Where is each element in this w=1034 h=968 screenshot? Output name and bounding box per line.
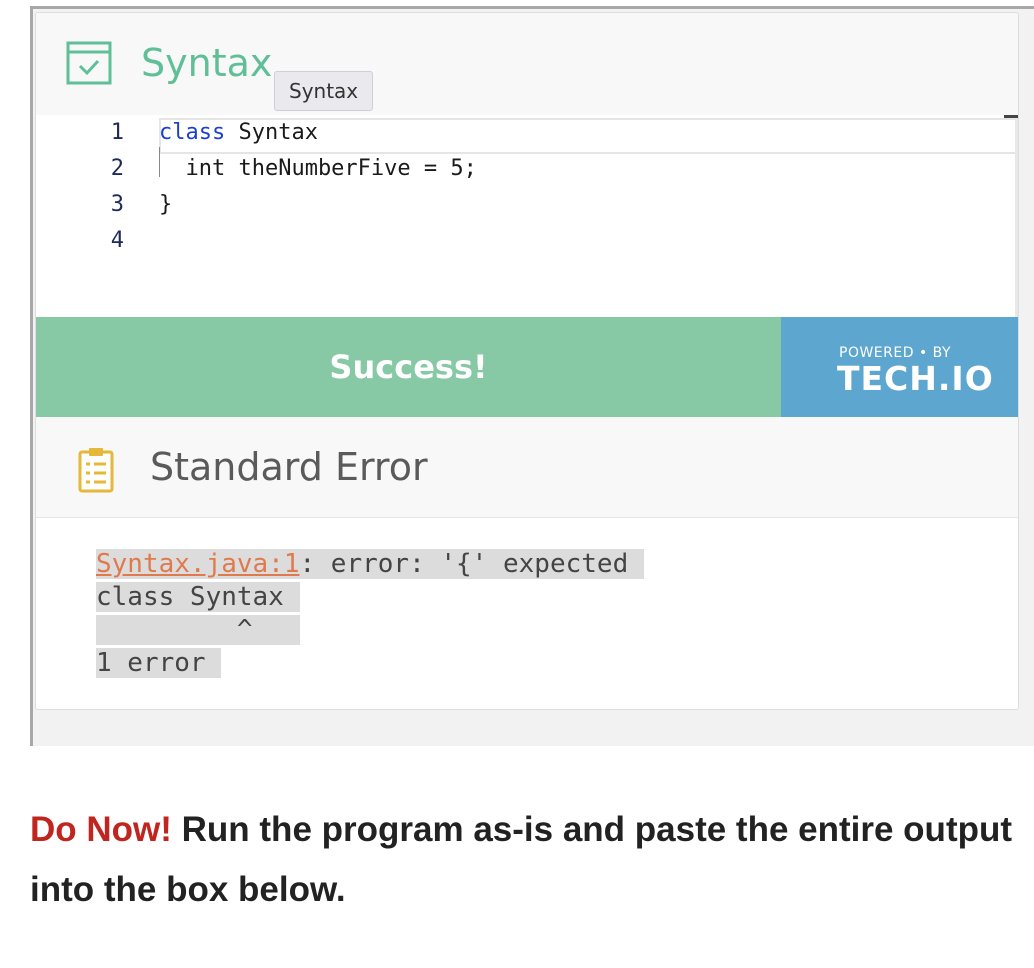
clipboard-list-icon — [78, 448, 114, 493]
instructions-text: Do Now! Run the program as-is and paste … — [30, 800, 1030, 920]
line-number: 3 — [110, 192, 124, 217]
standard-error-title: Standard Error — [150, 445, 428, 489]
instructions-body: Run the program as-is and paste the enti… — [30, 810, 1013, 909]
code-editor[interactable]: 1 2 3 4 class Syntax int theNumberFive =… — [36, 115, 1018, 317]
code-keyword: class — [159, 120, 226, 145]
code-line[interactable]: int theNumberFive = 5; — [159, 156, 477, 181]
output-line: 1 error — [96, 647, 644, 680]
output-line: ^ — [96, 614, 644, 647]
error-source-link[interactable]: Syntax.java:1 — [96, 549, 300, 579]
code-text: int theNumberFive = 5; — [159, 156, 477, 181]
standard-error-header: Standard Error — [36, 417, 1018, 518]
output-text: 1 error — [96, 648, 206, 678]
code-playground: Syntax Syntax 1 2 3 4 class Syntax int t… — [35, 12, 1019, 710]
code-line[interactable]: class Syntax — [159, 120, 318, 145]
code-line[interactable]: } — [159, 192, 172, 217]
checkbox-window-icon — [66, 41, 112, 85]
output-text: ^ — [96, 615, 253, 645]
output-line: class Syntax — [96, 581, 644, 614]
editor-scroll-thumb[interactable] — [1004, 115, 1018, 118]
output-text: class Syntax — [96, 582, 284, 612]
line-number: 1 — [110, 120, 124, 145]
line-number: 4 — [110, 228, 124, 253]
do-now-label: Do Now! — [30, 810, 172, 849]
code-text: } — [159, 192, 173, 217]
playground-title: Syntax — [141, 41, 273, 85]
run-status-bar[interactable]: Success! — [36, 317, 781, 417]
run-status: Success! — [329, 348, 488, 386]
error-output: Syntax.java:1: error: '{' expected class… — [96, 548, 644, 680]
line-number: 2 — [110, 156, 124, 181]
techio-logo: TECH.IO — [837, 359, 994, 398]
powered-by-techio[interactable]: POWERED • BY TECH.IO — [781, 317, 1018, 417]
playground-header: Syntax Syntax — [36, 13, 1018, 116]
code-text: Syntax — [225, 120, 318, 145]
output-line: Syntax.java:1: error: '{' expected — [96, 548, 644, 581]
editor-scrollbar[interactable] — [1015, 115, 1018, 317]
title-tooltip: Syntax — [274, 71, 374, 111]
error-message: : error: '{' expected — [299, 549, 629, 579]
